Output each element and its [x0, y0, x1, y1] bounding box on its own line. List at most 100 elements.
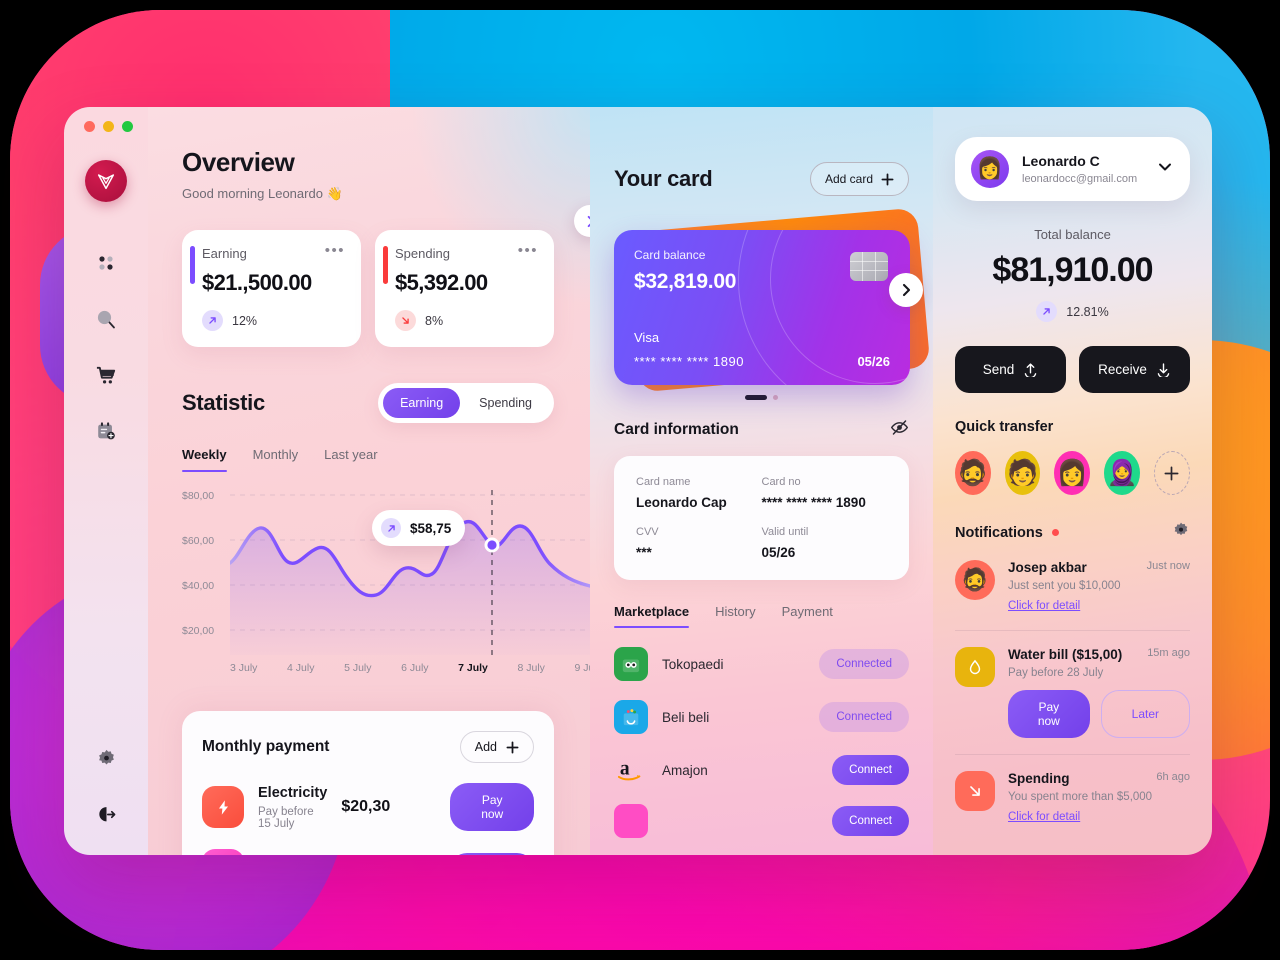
trend-down-icon	[955, 771, 995, 811]
tab-weekly[interactable]: Weekly	[182, 447, 227, 472]
avatar: 👩	[971, 150, 1009, 188]
card-info-field-card-no: Card no **** **** **** 1890	[762, 476, 888, 510]
contact-avatar[interactable]: 🧕	[1104, 451, 1140, 495]
field-value: ***	[636, 545, 652, 560]
belibeli-logo-icon	[614, 700, 648, 734]
x-tick-label: 8 July	[517, 662, 545, 674]
minimize-window-button[interactable]	[103, 121, 114, 132]
notification-detail-link[interactable]: Click for detail	[1008, 811, 1080, 823]
summary-card-value: $21.,500.00	[202, 270, 312, 295]
summary-card-label: Spending	[395, 246, 450, 261]
maximize-window-button[interactable]	[122, 121, 133, 132]
quick-transfer-title: Quick transfer	[955, 419, 1054, 435]
chevron-down-icon[interactable]	[1156, 158, 1174, 181]
card-pagination	[614, 395, 909, 400]
send-button[interactable]: Send	[955, 346, 1066, 393]
marketplace-status-button[interactable]: Connected	[819, 702, 909, 732]
plus-icon	[881, 173, 894, 185]
toggle-option-earning[interactable]: Earning	[383, 388, 461, 418]
more-options-icon[interactable]: •••	[518, 243, 538, 258]
notification-subtitle: You spent more than $5,000	[1008, 791, 1153, 803]
tab-payment[interactable]: Payment	[782, 604, 833, 628]
sidebar-item-calendar[interactable]	[89, 414, 123, 448]
more-options-icon[interactable]: •••	[325, 243, 345, 258]
contact-avatar[interactable]: 🧑	[1004, 451, 1041, 495]
field-label: CVV	[636, 526, 659, 538]
summary-card-earning[interactable]: Earning ••• $21.,500.00 12%	[182, 230, 361, 347]
plus-icon	[1164, 466, 1179, 480]
greeting-text: Good morning Leonardo 👋	[182, 186, 343, 201]
notification-time: 15m ago	[1147, 647, 1190, 659]
statistic-title: Statistic	[182, 390, 265, 415]
field-label: Card name	[636, 476, 691, 488]
pay-now-button[interactable]: Pay now	[450, 783, 534, 831]
overview-panel: Overview Good morning Leonardo 👋 Earning…	[148, 107, 590, 855]
marketplace-row-amajon[interactable]: a Amajon Connect	[614, 753, 909, 787]
payment-row-internet[interactable]: Internet Pay now	[202, 849, 534, 855]
contact-avatar[interactable]: 👩	[1054, 451, 1091, 495]
marketplace-row-tokopaedi[interactable]: Tokopaedi Connected	[614, 647, 909, 681]
add-contact-button[interactable]	[1153, 451, 1190, 495]
total-balance-delta: 12.81%	[955, 301, 1190, 322]
sidebar-item-dashboard[interactable]	[89, 246, 123, 280]
payment-title: Electricity	[258, 784, 328, 801]
marketplace-status-button[interactable]: Connected	[819, 649, 909, 679]
panel-next-arrow-button[interactable]	[574, 205, 590, 237]
your-card-title: Your card	[614, 166, 713, 191]
notification-later-button[interactable]: Later	[1100, 690, 1190, 738]
sidebar-bottom-actions	[89, 741, 123, 831]
app-logo-icon[interactable]	[85, 160, 127, 202]
pagination-dot[interactable]	[773, 395, 778, 400]
trend-up-icon	[1036, 301, 1058, 322]
sidebar-item-search[interactable]	[89, 302, 123, 336]
notifications-settings-icon[interactable]	[1172, 521, 1190, 544]
contact-avatar[interactable]: 🧔	[955, 451, 991, 495]
field-value: **** **** **** 1890	[761, 495, 866, 510]
chart-x-axis: 3 July 4 July 5 July 6 July 7 July 8 Jul…	[230, 662, 590, 674]
receive-label: Receive	[1098, 362, 1147, 377]
send-label: Send	[982, 362, 1015, 377]
notification-item-water-bill[interactable]: Water bill ($15,00) 15m ago Pay before 2…	[955, 631, 1190, 755]
notification-detail-link[interactable]: Click for detail	[1008, 600, 1080, 612]
payment-row-electricity[interactable]: Electricity Pay before 15 July $20,30 Pa…	[202, 783, 534, 831]
sidebar-item-settings[interactable]	[89, 741, 123, 775]
chevron-right-icon	[587, 215, 590, 227]
notification-pay-now-button[interactable]: Pay now	[1008, 690, 1090, 738]
balance-actions: Send Receive	[955, 346, 1190, 393]
marketplace-connect-button[interactable]: Connect	[832, 755, 909, 785]
toggle-option-spending[interactable]: Spending	[462, 388, 549, 418]
notification-item-josep[interactable]: 🧔 Josep akbar Just now Just sent you $10…	[955, 544, 1190, 631]
trend-up-icon	[381, 518, 401, 538]
tab-monthly[interactable]: Monthly	[253, 447, 299, 472]
sidebar-item-logout[interactable]	[89, 797, 123, 831]
pagination-dot-active[interactable]	[745, 395, 767, 400]
credit-card[interactable]: Card balance $32,819.00 Visa **** **** *…	[614, 230, 910, 385]
close-window-button[interactable]	[84, 121, 95, 132]
card-brand: Visa	[634, 330, 660, 345]
summary-card-spending[interactable]: Spending ••• $5,392.00 8%	[375, 230, 554, 347]
x-tick-label: 6 July	[401, 662, 429, 674]
add-payment-button[interactable]: Add	[459, 731, 534, 763]
add-card-button[interactable]: Add card	[809, 162, 909, 196]
hide-card-info-icon[interactable]	[890, 418, 909, 442]
field-value: 05/26	[761, 545, 796, 560]
card-next-arrow-button[interactable]	[889, 273, 923, 307]
card-chip-icon	[850, 252, 888, 281]
card-carousel: Card balance $32,819.00 Visa **** **** *…	[614, 207, 931, 393]
tab-marketplace[interactable]: Marketplace	[614, 604, 690, 628]
marketplace-row-belibeli[interactable]: Beli beli Connected	[614, 700, 909, 734]
tab-last-year[interactable]: Last year	[324, 447, 377, 472]
receive-button[interactable]: Receive	[1079, 346, 1190, 393]
marketplace-row-partial[interactable]: Connect	[614, 804, 909, 838]
summary-card-delta: 8%	[425, 313, 444, 328]
notification-title: Spending	[1008, 771, 1070, 786]
profile-card[interactable]: 👩 Leonardo C leonardocc@gmail.com	[955, 137, 1190, 201]
profile-name: Leonardo C	[1022, 153, 1100, 169]
notification-item-spending[interactable]: Spending 6h ago You spent more than $5,0…	[955, 755, 1190, 841]
sidebar-item-cart[interactable]	[89, 358, 123, 392]
tab-history[interactable]: History	[715, 604, 755, 628]
payment-subtitle: Pay before 15 July	[258, 805, 314, 830]
pay-now-button[interactable]: Pay now	[449, 853, 534, 855]
card-information-title: Card information	[614, 421, 739, 438]
marketplace-connect-button[interactable]: Connect	[832, 806, 909, 836]
